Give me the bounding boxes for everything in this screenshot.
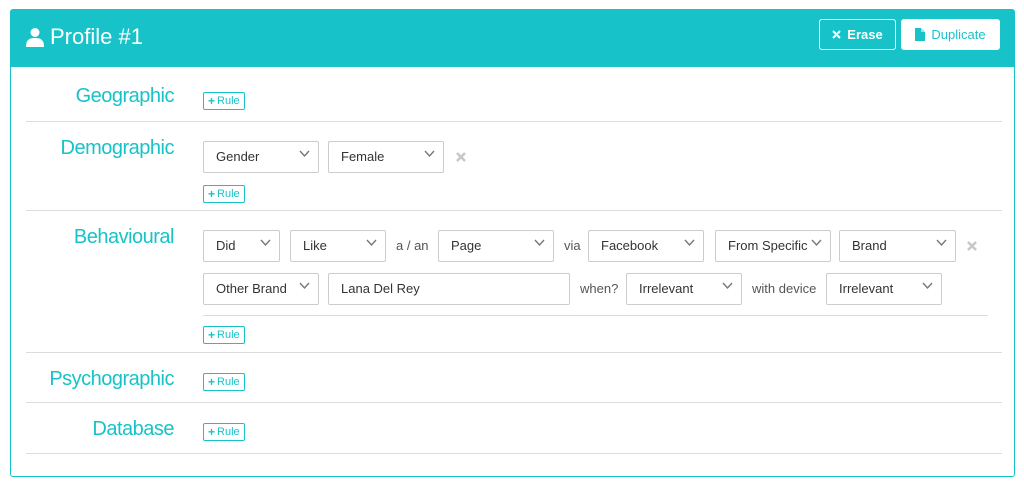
- chevron-down-icon: [366, 239, 377, 247]
- with-device-text: with device: [752, 281, 817, 296]
- brand-name-input[interactable]: Lana Del Rey: [328, 273, 570, 305]
- select-value: Gender: [216, 149, 260, 164]
- section-label: Demographic: [60, 137, 175, 159]
- remove-condition-icon[interactable]: [966, 240, 978, 252]
- plus-icon: +: [208, 328, 216, 342]
- chevron-down-icon: [811, 239, 822, 247]
- chevron-down-icon: [299, 282, 310, 290]
- select-value: Irrelevant: [839, 281, 894, 296]
- section-database: Database + Rule: [26, 403, 1002, 454]
- plus-icon: +: [208, 94, 216, 108]
- section-geographic: Geographic + Rule: [26, 67, 1002, 122]
- add-rule-button[interactable]: + Rule: [203, 92, 245, 110]
- plus-icon: +: [208, 425, 216, 439]
- entity-select[interactable]: Brand: [839, 230, 956, 262]
- select-value: Did: [216, 238, 236, 253]
- plus-icon: +: [208, 187, 216, 201]
- section-demographic: Demographic Gender Female + Rule: [26, 122, 1002, 211]
- select-value: Brand: [852, 238, 887, 253]
- section-behavioural: Behavioural Did Like a / an Page via Fac…: [26, 211, 1002, 353]
- divider: [203, 315, 988, 316]
- duplicate-label: Duplicate: [931, 27, 986, 42]
- when-select[interactable]: Irrelevant: [626, 273, 742, 305]
- section-psychographic: Psychographic + Rule: [26, 353, 1002, 403]
- chevron-down-icon: [534, 239, 545, 247]
- section-label: Behavioural: [73, 226, 175, 248]
- chevron-down-icon: [684, 239, 695, 247]
- select-value: Page: [451, 238, 482, 253]
- action-select[interactable]: Did: [203, 230, 280, 262]
- section-label: Psychographic: [49, 368, 174, 390]
- duplicate-button[interactable]: Duplicate: [901, 19, 1000, 50]
- section-label: Database: [92, 418, 174, 440]
- gender-select[interactable]: Gender: [203, 141, 319, 173]
- select-value: Other Brand: [216, 281, 287, 296]
- select-value: Like: [303, 238, 327, 253]
- when-text: when?: [580, 281, 619, 296]
- erase-button[interactable]: Erase: [819, 19, 896, 50]
- profile-header: Profile #1 Erase Duplicate: [11, 10, 1014, 67]
- rule-label: Rule: [217, 329, 240, 341]
- chevron-down-icon: [922, 282, 933, 290]
- platform-select[interactable]: Facebook: [588, 230, 704, 262]
- rule-label: Rule: [217, 188, 240, 200]
- rule-label: Rule: [217, 376, 240, 388]
- select-value: Irrelevant: [639, 281, 694, 296]
- chevron-down-icon: [936, 239, 947, 247]
- section-label: Geographic: [75, 85, 175, 107]
- add-rule-button[interactable]: + Rule: [203, 423, 245, 441]
- rule-label: Rule: [217, 95, 240, 107]
- plus-icon: +: [208, 375, 216, 389]
- source-select[interactable]: From Specific: [715, 230, 831, 262]
- via-text: via: [564, 238, 581, 253]
- chevron-down-icon: [424, 150, 435, 158]
- select-value: Female: [341, 149, 385, 164]
- chevron-down-icon: [299, 150, 310, 158]
- rule-label: Rule: [217, 426, 240, 438]
- erase-label: Erase: [847, 27, 883, 42]
- chevron-down-icon: [260, 239, 271, 247]
- chevron-down-icon: [722, 282, 733, 290]
- gender-value-select[interactable]: Female: [328, 141, 444, 173]
- user-icon: [26, 28, 44, 47]
- close-icon: [832, 30, 841, 39]
- brand-type-select[interactable]: Other Brand: [203, 273, 319, 305]
- device-select[interactable]: Irrelevant: [826, 273, 942, 305]
- select-value: Facebook: [601, 238, 659, 253]
- verb-select[interactable]: Like: [290, 230, 386, 262]
- add-rule-button[interactable]: + Rule: [203, 185, 245, 203]
- profile-title-text: Profile #1: [50, 24, 143, 49]
- file-icon: [915, 28, 926, 41]
- profile-title: Profile #1: [26, 22, 143, 52]
- profile-panel: Profile #1 Erase Duplicate Geographic + …: [10, 9, 1015, 477]
- select-value: From Specific: [728, 238, 808, 253]
- object-select[interactable]: Page: [438, 230, 554, 262]
- remove-condition-icon[interactable]: [455, 151, 467, 163]
- add-rule-button[interactable]: + Rule: [203, 326, 245, 344]
- a-an-text: a / an: [396, 238, 429, 253]
- add-rule-button[interactable]: + Rule: [203, 373, 245, 391]
